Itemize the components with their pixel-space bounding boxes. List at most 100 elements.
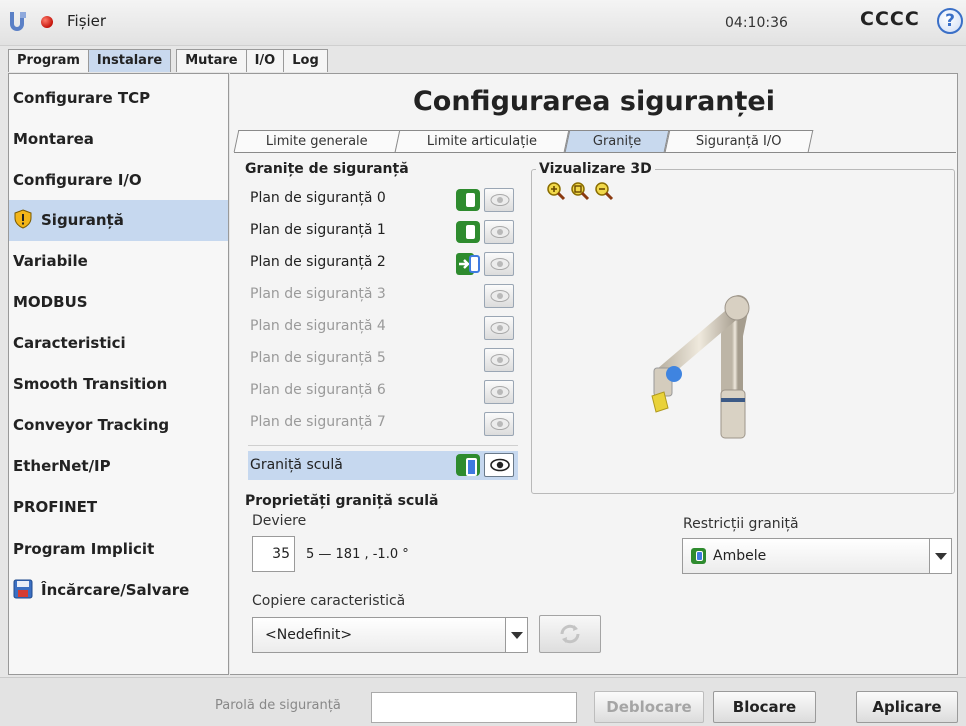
sidebar-item-default-program[interactable]: Program Implicit <box>9 529 228 570</box>
eye-icon <box>490 354 510 366</box>
floppy-disk-icon <box>13 579 33 599</box>
plane-3-visibility-button[interactable] <box>484 284 514 308</box>
clock: 04:10:36 <box>725 15 788 31</box>
plane-label-0: Plan de siguranță 0 <box>250 190 386 206</box>
plane-label-3: Plan de siguranță 3 <box>250 286 386 302</box>
eye-icon <box>490 258 510 270</box>
tab-installation[interactable]: Instalare <box>87 49 172 72</box>
plane-1-enable-toggle[interactable] <box>456 221 480 243</box>
eye-icon <box>490 226 510 238</box>
tab-program[interactable]: Program <box>8 49 89 72</box>
tab-io[interactable]: I/O <box>245 49 285 72</box>
eye-icon <box>490 386 510 398</box>
sidebar-item-tcp-config[interactable]: Configurare TCP <box>9 78 228 119</box>
sidebar-item-features[interactable]: Caracteristici <box>9 323 228 364</box>
plane-label-1: Plan de siguranță 1 <box>250 222 386 238</box>
sidebar-item-io-setup[interactable]: Configurare I/O <box>9 160 228 201</box>
sidebar-item-label: Configurare TCP <box>13 89 151 107</box>
3d-visualization-title: Vizualizare 3D <box>536 161 655 177</box>
chevron-down-icon[interactable] <box>505 618 527 652</box>
sidebar-item-label: Siguranță <box>41 211 124 229</box>
3d-visualization[interactable] <box>531 169 955 494</box>
plane-label-6: Plan de siguranță 6 <box>250 382 386 398</box>
eye-icon <box>490 418 510 430</box>
unlock-button[interactable]: Deblocare <box>594 691 704 723</box>
safety-password-label: Parolă de siguranță <box>215 698 341 713</box>
plane-5-visibility-button[interactable] <box>484 348 514 372</box>
sidebar-item-variables[interactable]: Variabile <box>9 241 228 282</box>
plane-label-4: Plan de siguranță 4 <box>250 318 386 334</box>
copy-feature-label: Copiere caracteristică <box>252 593 406 609</box>
zoom-in-icon[interactable] <box>546 181 566 201</box>
sidebar: Configurare TCP Montarea Configurare I/O… <box>8 73 229 675</box>
zoom-out-icon[interactable] <box>594 181 614 201</box>
tab-boundaries[interactable]: Granițe <box>564 130 670 152</box>
sidebar-item-label: Smooth Transition <box>13 375 168 393</box>
boundaries-panel: Granițe de siguranță Plan de siguranță 0… <box>234 152 956 672</box>
plane-0-visibility-button[interactable] <box>484 188 514 212</box>
plane-2-visibility-button[interactable] <box>484 252 514 276</box>
sidebar-item-label: Montarea <box>13 130 94 148</box>
sidebar-item-label: Caracteristici <box>13 334 126 352</box>
apply-button[interactable]: Aplicare <box>856 691 958 723</box>
deviation-label: Deviere <box>252 513 307 529</box>
tool-boundary-enable-toggle[interactable] <box>456 454 480 476</box>
tab-joint-limits[interactable]: Limite articulație <box>394 130 570 152</box>
plane-7-visibility-button[interactable] <box>484 412 514 436</box>
safety-boundaries-title: Granițe de siguranță <box>245 161 409 177</box>
sidebar-item-label: MODBUS <box>13 293 88 311</box>
plane-0-enable-toggle[interactable] <box>456 189 480 211</box>
deviation-range: 5 — 181 , -1.0 ° <box>306 547 409 562</box>
robot-status-icon[interactable] <box>41 16 53 28</box>
tool-boundary-visibility-button[interactable] <box>484 453 514 477</box>
sidebar-item-ethernet-ip[interactable]: EtherNet/IP <box>9 446 228 487</box>
help-button[interactable]: ? <box>937 8 963 34</box>
restriction-select[interactable]: Ambele <box>682 538 952 574</box>
tab-general-limits[interactable]: Limite generale <box>233 130 401 152</box>
sidebar-item-mounting[interactable]: Montarea <box>9 119 228 160</box>
ur-logo-icon <box>10 12 26 31</box>
eye-icon <box>490 322 510 334</box>
eye-icon <box>490 458 510 472</box>
plane-4-visibility-button[interactable] <box>484 316 514 340</box>
sidebar-item-modbus[interactable]: MODBUS <box>9 282 228 323</box>
file-menu[interactable]: Fișier <box>67 12 106 30</box>
refresh-icon <box>560 624 580 644</box>
tool-boundary-row[interactable]: Graniță sculă <box>248 451 518 480</box>
bottom-bar: Parolă de siguranță Deblocare Blocare Ap… <box>0 677 966 726</box>
lock-button[interactable]: Blocare <box>713 691 816 723</box>
sidebar-item-safety[interactable]: Siguranță <box>9 200 228 241</box>
plane-label-7: Plan de siguranță 7 <box>250 414 386 430</box>
sidebar-item-smooth-transition[interactable]: Smooth Transition <box>9 364 228 405</box>
deviation-input[interactable]: 35 <box>252 536 295 572</box>
restriction-label: Restricții graniță <box>683 516 799 532</box>
tab-safety-io[interactable]: Siguranță I/O <box>664 130 814 152</box>
sidebar-item-label: Configurare I/O <box>13 171 142 189</box>
page-title: Configurarea siguranței <box>412 86 776 117</box>
sidebar-item-label: Variabile <box>13 252 88 270</box>
sidebar-item-label: PROFINET <box>13 498 98 516</box>
tab-log[interactable]: Log <box>283 49 328 72</box>
divider <box>248 445 518 446</box>
plane-2-trigger-icon[interactable] <box>456 253 482 275</box>
tool-properties-title: Proprietăți graniță sculă <box>245 493 439 509</box>
sidebar-item-conveyor-tracking[interactable]: Conveyor Tracking <box>9 405 228 446</box>
sidebar-item-load-save[interactable]: Încărcare/Salvare <box>9 570 228 611</box>
eye-icon <box>490 290 510 302</box>
copy-feature-value: <Nedefinit> <box>265 627 353 643</box>
plane-6-visibility-button[interactable] <box>484 380 514 404</box>
chevron-down-icon[interactable] <box>929 539 951 573</box>
sidebar-item-profinet[interactable]: PROFINET <box>9 487 228 528</box>
plane-1-visibility-button[interactable] <box>484 220 514 244</box>
zoom-fit-icon[interactable] <box>570 181 590 201</box>
robot-3d-view <box>651 295 750 439</box>
copy-feature-select[interactable]: <Nedefinit> <box>252 617 528 653</box>
sidebar-item-label: EtherNet/IP <box>13 457 111 475</box>
safety-password-input[interactable] <box>371 692 577 723</box>
restriction-icon <box>691 548 706 564</box>
tab-move[interactable]: Mutare <box>176 49 247 72</box>
eye-icon <box>490 194 510 206</box>
sidebar-item-label: Încărcare/Salvare <box>41 581 190 599</box>
top-bar: Fișier 04:10:36 CCCC ? <box>0 0 966 46</box>
refresh-feature-button[interactable] <box>539 615 601 653</box>
